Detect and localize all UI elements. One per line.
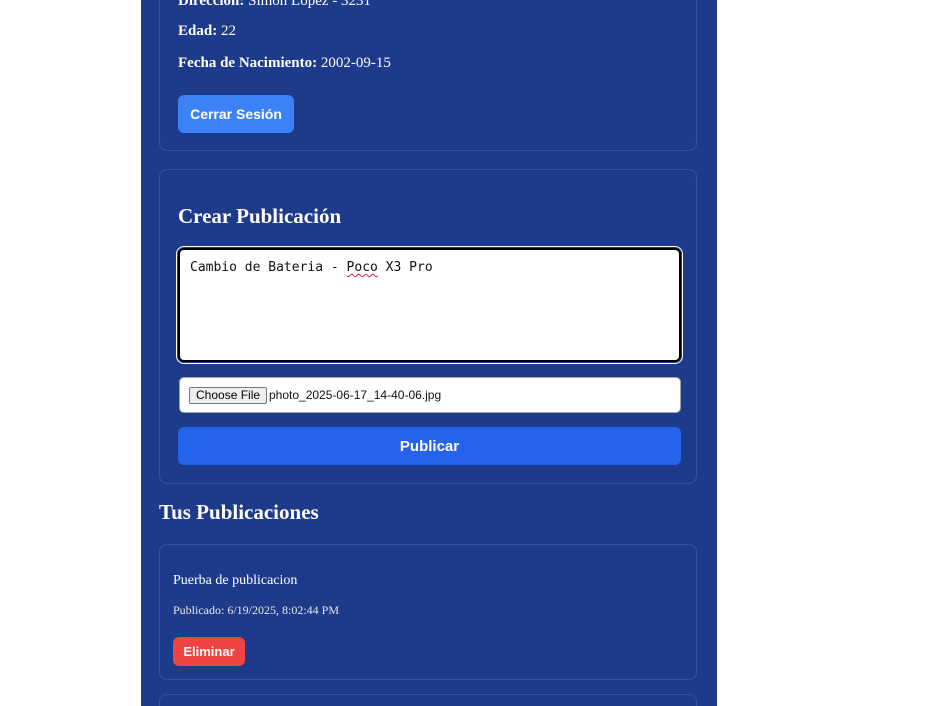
profile-age-row: Edad: 22	[178, 23, 236, 40]
profile-address-label: Dirección:	[178, 0, 245, 9]
file-input[interactable]: Choose File photo_2025-06-17_14-40-06.jp…	[179, 377, 681, 413]
profile-card: Dirección: Simón López - 3231 Edad: 22 F…	[159, 0, 697, 151]
profile-age-value: 22	[220, 23, 236, 39]
profile-birthdate-label: Fecha de Nacimiento:	[178, 55, 318, 71]
publish-button[interactable]: Publicar	[178, 427, 681, 465]
selected-file-name: photo_2025-06-17_14-40-06.jpg	[269, 388, 442, 402]
profile-birthdate-row: Fecha de Nacimiento: 2002-09-15	[178, 55, 391, 72]
main-column: Dirección: Simón López - 3231 Edad: 22 F…	[141, 0, 717, 706]
textarea-text-misspelled: Poco	[346, 260, 378, 275]
create-post-title: Crear Publicación	[178, 204, 342, 228]
logout-button[interactable]: Cerrar Sesión	[178, 95, 294, 133]
textarea-text-start: Cambio de Bateria -	[190, 260, 347, 275]
choose-file-button[interactable]: Choose File	[189, 387, 268, 404]
my-posts-title: Tus Publicaciones	[159, 500, 319, 524]
post-content-textarea[interactable]: Cambio de Bateria - Poco X3 Pro	[176, 246, 683, 364]
post-card-partial	[159, 694, 697, 706]
post-date: Publicado: 6/19/2025, 8:02:44 PM	[173, 603, 340, 617]
profile-age-label: Edad:	[178, 23, 218, 39]
textarea-text-end: X3 Pro	[377, 260, 433, 275]
profile-address-row: Dirección: Simón López - 3231	[178, 0, 371, 10]
profile-birthdate-value: 2002-09-15	[320, 55, 391, 71]
delete-post-button[interactable]: Eliminar	[173, 637, 245, 666]
post-card: Puerba de publicacion Publicado: 6/19/20…	[159, 544, 697, 680]
profile-address-value: Simón López - 3231	[248, 0, 372, 9]
create-post-card: Crear Publicación Cambio de Bateria - Po…	[159, 169, 697, 484]
post-text: Puerba de publicacion	[173, 573, 298, 588]
